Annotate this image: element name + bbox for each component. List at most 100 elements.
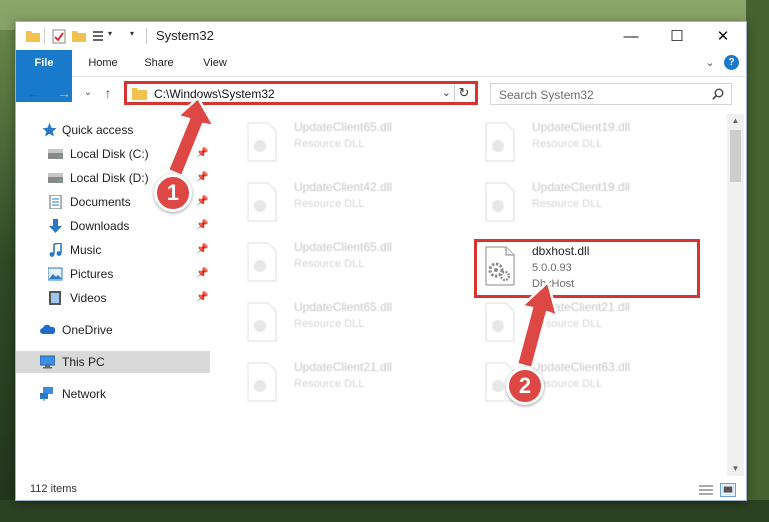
help-icon[interactable]: ? <box>724 55 739 70</box>
new-folder-icon[interactable] <box>72 28 86 44</box>
sidebar-item-label: Local Disk (D:) <box>70 171 149 185</box>
tab-home[interactable]: Home <box>78 50 128 76</box>
scroll-up-icon[interactable]: ▲ <box>727 114 744 128</box>
sidebar-item-network[interactable]: Network <box>16 383 210 405</box>
status-bar: 112 items <box>16 480 746 500</box>
file-type: Resource DLL <box>294 318 365 330</box>
pin-icon[interactable]: 📌 <box>196 215 208 237</box>
file-type: Resource DLL <box>532 138 603 150</box>
sidebar-item-local-disk-c[interactable]: Local Disk (C:) 📌 <box>16 143 210 165</box>
downloads-icon <box>49 219 62 233</box>
file-type: Resource DLL <box>294 138 365 150</box>
address-bar[interactable]: C:\Windows\System32 ⌄ ↻ <box>124 81 478 105</box>
file-item[interactable]: UpdateClient65.dll Resource DLL <box>238 238 468 290</box>
sidebar-item-this-pc[interactable]: This PC <box>16 351 210 373</box>
address-dropdown-icon[interactable]: ⌄ <box>442 86 451 99</box>
file-item[interactable]: UpdateClient65.dll Resource DLL <box>238 298 468 350</box>
onedrive-icon <box>40 324 55 334</box>
pin-icon[interactable]: 📌 <box>196 263 208 285</box>
back-button[interactable]: ← <box>26 85 42 101</box>
ribbon-expand-icon[interactable]: ⌄ <box>702 50 718 76</box>
quick-access-dropdown-icon[interactable]: ▾ <box>130 29 134 45</box>
pc-icon <box>40 355 55 369</box>
tab-view[interactable]: View <box>190 50 240 76</box>
star-icon <box>42 123 57 137</box>
sidebar-item-onedrive[interactable]: OneDrive <box>16 319 210 341</box>
file-name: UpdateClient42.dll <box>294 180 393 194</box>
search-box[interactable] <box>490 83 732 105</box>
music-icon <box>49 243 62 257</box>
file-name: UpdateClient21.dll <box>294 360 393 374</box>
sidebar-item-label: Downloads <box>70 219 130 233</box>
file-item[interactable]: UpdateClient19.dll Resource DLL <box>476 118 706 170</box>
toolbar-dropdown-icon[interactable]: ▾ <box>108 29 112 45</box>
dll-file-icon <box>485 246 515 286</box>
navigation-bar: ← → ⌄ ↑ C:\Windows\System32 ⌄ ↻ <box>16 77 746 109</box>
sidebar-item-label: Documents <box>70 195 131 209</box>
sidebar-item-label: Videos <box>70 291 107 305</box>
file-type: Resource DLL <box>532 318 603 330</box>
file-name: UpdateClient21.dll <box>532 300 631 314</box>
dll-file-icon <box>247 362 277 402</box>
pin-icon[interactable]: 📌 <box>196 167 208 189</box>
sidebar-item-label: This PC <box>62 355 105 369</box>
file-item-dbxhost[interactable]: dbxhost.dll 5.0.0.93 DbxHost <box>476 242 706 294</box>
file-list: UpdateClient65.dll Resource DLL UpdateCl… <box>226 114 726 476</box>
item-count: 112 items <box>30 483 77 495</box>
sidebar-item-pictures[interactable]: Pictures 📌 <box>16 263 210 285</box>
customize-toolbar-icon[interactable] <box>92 28 106 44</box>
dll-file-icon <box>247 182 277 222</box>
file-type: Resource DLL <box>294 198 365 210</box>
explorer-window: ▾ ▾ System32 — ☐ ✕ File Home Share View … <box>16 22 746 500</box>
step-badge-1: 1 <box>154 174 192 212</box>
pin-icon[interactable]: 📌 <box>196 239 208 261</box>
address-path: C:\Windows\System32 <box>154 87 275 101</box>
dll-file-icon <box>485 122 515 162</box>
file-name: UpdateClient63.dll <box>532 360 631 374</box>
tab-share[interactable]: Share <box>134 50 184 76</box>
network-icon <box>40 387 53 401</box>
file-name: UpdateClient65.dll <box>294 300 393 314</box>
pin-icon[interactable]: 📌 <box>196 191 208 213</box>
sidebar-item-label: Music <box>70 243 102 257</box>
forward-button[interactable]: → <box>56 85 72 101</box>
file-name: UpdateClient19.dll <box>532 180 631 194</box>
sidebar-item-downloads[interactable]: Downloads 📌 <box>16 215 210 237</box>
file-type: Resource DLL <box>532 198 603 210</box>
scrollbar-thumb[interactable] <box>730 130 741 182</box>
vertical-scrollbar[interactable]: ▲ ▼ <box>727 114 744 476</box>
pin-icon[interactable]: 📌 <box>196 287 208 309</box>
minimize-button[interactable]: — <box>608 22 654 50</box>
dll-file-icon <box>247 302 277 342</box>
pictures-icon <box>48 267 63 281</box>
drive-icon <box>48 173 63 183</box>
file-item[interactable]: UpdateClient21.dll Resource DLL <box>238 358 468 410</box>
refresh-button[interactable]: ↻ <box>454 85 473 101</box>
up-button[interactable]: ↑ <box>100 85 116 101</box>
step-badge-2: 2 <box>506 367 544 405</box>
sidebar-item-label: Pictures <box>70 267 114 281</box>
file-item[interactable]: UpdateClient19.dll Resource DLL <box>476 178 706 230</box>
close-button[interactable]: ✕ <box>700 22 746 50</box>
search-icon[interactable] <box>712 88 724 100</box>
sidebar-item-videos[interactable]: Videos 📌 <box>16 287 210 309</box>
pin-icon[interactable]: 📌 <box>196 143 208 165</box>
file-description: DbxHost <box>532 278 575 290</box>
sidebar-item-label: Quick access <box>62 123 134 137</box>
folder-icon <box>26 31 40 42</box>
properties-icon[interactable] <box>52 28 66 44</box>
file-item[interactable]: UpdateClient21.dll Resource DLL <box>476 298 706 350</box>
file-item[interactable]: UpdateClient65.dll Resource DLL <box>238 118 468 170</box>
file-item[interactable]: UpdateClient42.dll Resource DLL <box>238 178 468 230</box>
large-icons-view-icon[interactable] <box>720 483 736 497</box>
scroll-down-icon[interactable]: ▼ <box>727 462 744 476</box>
maximize-button[interactable]: ☐ <box>654 22 700 50</box>
sidebar-item-label: Network <box>62 387 107 401</box>
file-name: UpdateClient65.dll <box>294 240 393 254</box>
recent-locations-button[interactable]: ⌄ <box>80 85 96 101</box>
search-input[interactable] <box>497 86 706 104</box>
sidebar-item-music[interactable]: Music 📌 <box>16 239 210 261</box>
file-version: 5.0.0.93 <box>532 262 572 274</box>
details-view-icon[interactable] <box>698 483 714 497</box>
sidebar-item-quick-access[interactable]: Quick access <box>16 119 210 141</box>
